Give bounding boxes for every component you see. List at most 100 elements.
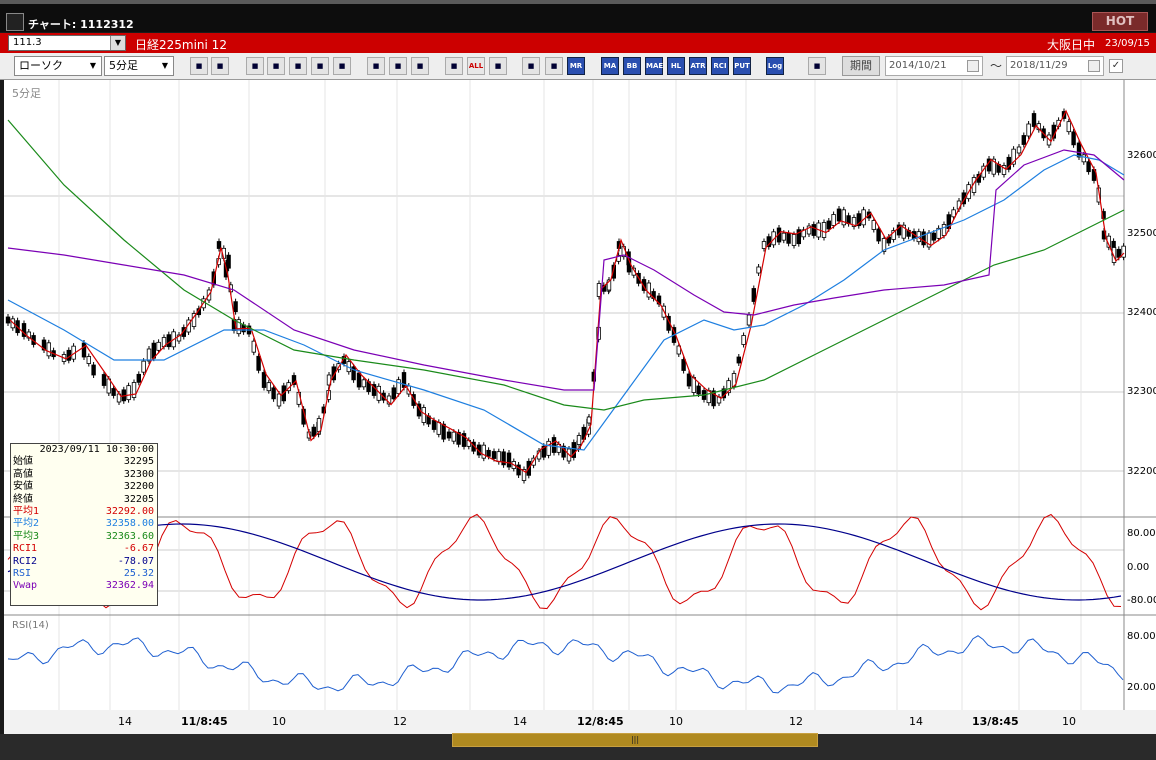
candle-body [66,349,71,361]
calendar-icon[interactable] [967,60,979,72]
rsi-tick-label: 80.00 [1127,631,1156,642]
candle-body [781,232,786,241]
candle-body [421,407,426,423]
candle-body [1066,121,1071,133]
data-window-row: 平均3 32363.60 [11,531,157,543]
rsi-line [7,635,1124,694]
time-tick-label: 12 [789,715,803,728]
toolbar-mae-button[interactable]: MAE [645,57,663,75]
candle-body [111,388,116,396]
data-window-value: 32363.60 [105,530,154,542]
symbol-select[interactable]: 111.3 ▼ [8,35,126,51]
trend-icon[interactable]: ■ [246,57,264,75]
window-titlebar: チャート: 1112312 [0,0,1156,32]
toolbar-atr-button[interactable]: ATR [689,57,707,75]
candle-body [931,232,936,241]
pen-icon[interactable]: ■ [333,57,351,75]
bar-icon[interactable]: ■ [289,57,307,75]
hammer-icon[interactable]: ■ [489,57,507,75]
candle-body [256,355,261,371]
price-tick-label: 32300 [1127,386,1156,397]
candle-body [951,209,956,218]
time-tick-label: 11/8:45 [181,715,228,728]
data-window-row: RSI 25.32 [11,568,157,580]
date-from-field[interactable]: 2014/10/21 [885,56,983,76]
data-window-datetime: 2023/09/11 10:30:00 [39,444,154,455]
candle-body [1086,161,1091,173]
chevron-down-icon[interactable]: ▼ [110,36,125,50]
data-window-key: 始値 [13,456,33,468]
time-tick-label: 14 [118,715,132,728]
time-tick-label: 10 [272,715,286,728]
cursor-icon[interactable]: ■ [367,57,385,75]
window-title: チャート: 1112312 [28,18,134,31]
zoom-icon[interactable]: ■ [190,57,208,75]
data-window-key: RCI2 [13,555,38,567]
data-window-value: -6.67 [123,543,154,555]
chevron-down-icon[interactable]: ▼ [158,58,172,74]
paint-icon[interactable]: ■ [522,57,540,75]
candle-body [811,224,816,236]
candle-icon[interactable]: ■ [411,57,429,75]
eraser-icon[interactable]: ■ [389,57,407,75]
candle-body [251,340,256,353]
box-icon[interactable]: ■ [445,57,463,75]
date-from-value: 2014/10/21 [889,60,947,71]
data-window-value: 32358.00 [105,518,154,530]
candle-body [1071,131,1076,146]
toolbar-log-button[interactable]: Log [766,57,784,75]
blank-icon[interactable]: ■ [311,57,329,75]
toolbar-mr-button[interactable]: MR [567,57,585,75]
exchange-name: 大阪日中 [1047,38,1096,52]
candle-body [871,220,876,230]
toolbar-put-button[interactable]: PUT [733,57,751,75]
candle-body [141,360,146,373]
period-checkbox[interactable]: ✓ [1109,59,1123,73]
candle-body [506,452,512,468]
period-button[interactable]: 期間 [842,56,880,76]
chart-type-select[interactable]: ローソク ▼ [14,56,102,76]
candle-body [1021,135,1026,145]
rsi-label: RSI(14) [12,620,49,631]
candle-body [271,387,276,400]
chart-canvas[interactable] [4,80,1156,710]
rci2-line [7,523,1122,601]
copy-icon[interactable]: ■ [808,57,826,75]
candle-body [491,451,497,459]
rci1-line [7,513,1122,611]
data-window-key: 平均2 [13,518,40,530]
scrollbar-thumb[interactable]: ||| [452,733,818,747]
data-window-row: 平均2 32358.00 [11,518,157,530]
toolbar-hl-button[interactable]: HL [667,57,685,75]
candle-body [876,228,881,242]
toolbar-rci-button[interactable]: RCI [711,57,729,75]
chevron-down-icon[interactable]: ▼ [86,58,100,74]
candle-body [941,224,947,236]
data-window-key: 安値 [13,481,33,493]
toolbar-bb-button[interactable]: BB [623,57,641,75]
candle-body [86,356,91,364]
timeframe-select[interactable]: 5分足 ▼ [104,56,174,76]
candle-body [216,241,222,249]
chart-type-value: ローソク [19,59,63,72]
candle-body [436,421,441,435]
candle-body [791,234,797,246]
hot-button[interactable]: HOT [1092,12,1148,31]
ruler-icon[interactable]: ■ [267,57,285,75]
date-to-field[interactable]: 2018/11/29 [1006,56,1104,76]
price-tick-label: 32600 [1127,150,1156,161]
toolbar-all-button[interactable]: ALL [467,57,485,75]
candle-body [576,435,582,445]
rci-tick-label: 80.00 [1127,528,1156,539]
palette-icon[interactable]: ■ [545,57,563,75]
data-window-key: 平均3 [13,530,40,542]
candle-body [101,374,107,386]
calendar-icon[interactable] [1088,60,1100,72]
candle-body [831,214,836,226]
data-window-key: Vwap [13,580,38,592]
chart-area[interactable] [4,80,1156,710]
toolbar-ma-button[interactable]: MA [601,57,619,75]
candle-body [261,372,267,388]
candle-body [551,437,557,453]
crosshair-icon[interactable]: ■ [211,57,229,75]
